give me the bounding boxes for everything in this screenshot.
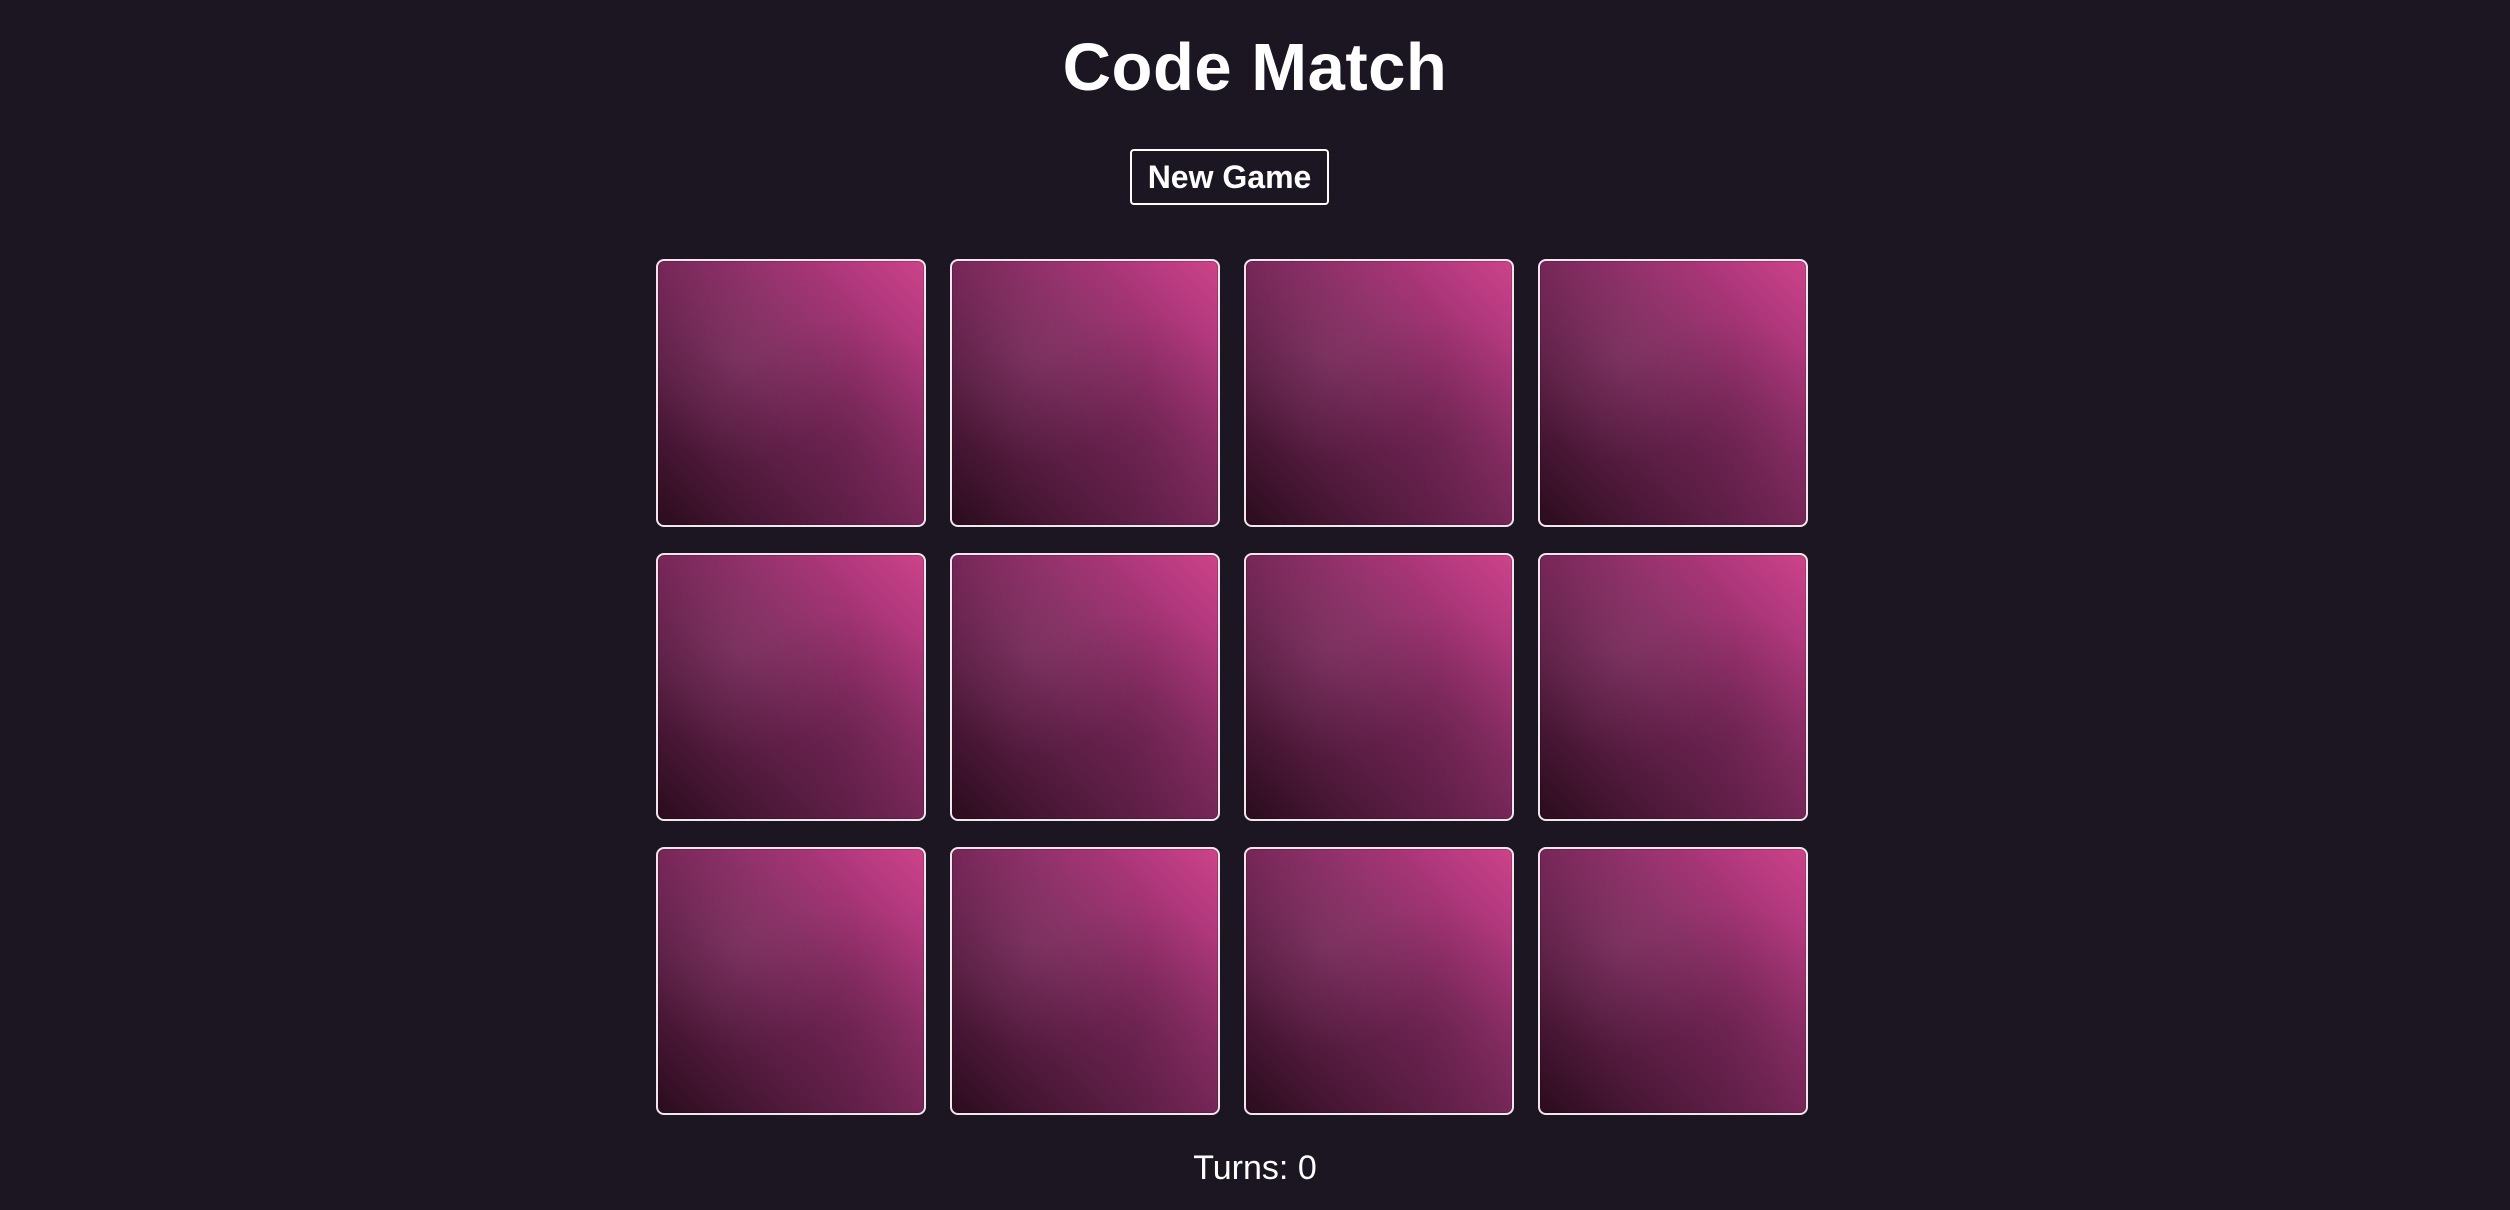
- card-11[interactable]: [1244, 847, 1514, 1115]
- card-7[interactable]: [1244, 553, 1514, 821]
- card-10[interactable]: [950, 847, 1220, 1115]
- game-app: Code Match New Game Turns: 0: [0, 0, 2510, 1210]
- turns-value: 0: [1297, 1149, 1317, 1187]
- new-game-button[interactable]: New Game: [1130, 149, 1329, 205]
- card-3[interactable]: [1244, 259, 1514, 527]
- card-grid: [656, 259, 1808, 1115]
- card-2[interactable]: [950, 259, 1220, 527]
- page-title: Code Match: [1062, 30, 1448, 105]
- card-6[interactable]: [950, 553, 1220, 821]
- turns-counter: Turns: 0: [0, 1146, 2510, 1190]
- card-4[interactable]: [1538, 259, 1808, 527]
- card-9[interactable]: [656, 847, 926, 1115]
- card-1[interactable]: [656, 259, 926, 527]
- turns-label: Turns:: [1193, 1149, 1289, 1187]
- card-8[interactable]: [1538, 553, 1808, 821]
- card-5[interactable]: [656, 553, 926, 821]
- card-12[interactable]: [1538, 847, 1808, 1115]
